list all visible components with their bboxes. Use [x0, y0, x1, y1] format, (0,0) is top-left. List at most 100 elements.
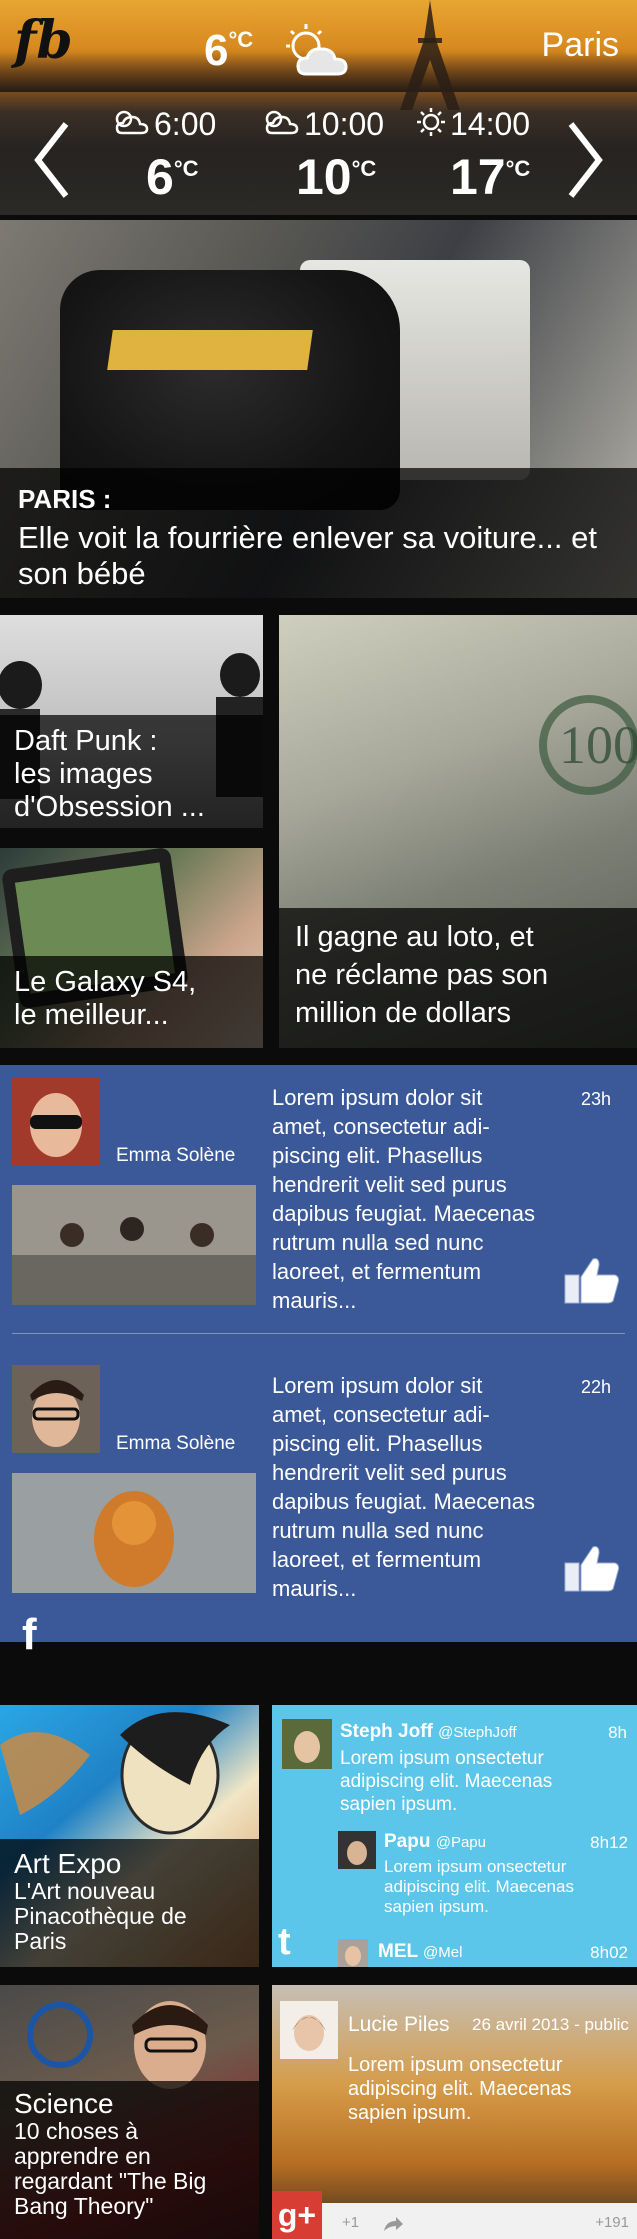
- tweet-text: Lorem ipsum onsectetur adipiscing elit. …: [340, 1748, 553, 1815]
- science-title: Science: [14, 2088, 114, 2119]
- gplus-text: Lorem ipsum onsectetur adipiscing elit. …: [348, 2054, 572, 2124]
- forecast-time-label: 14:00: [450, 106, 531, 142]
- gplus-action-bar: [272, 2203, 637, 2239]
- tweet-text: Lorem ipsum onsectetur adipiscing elit. …: [384, 1857, 574, 1916]
- forecast-slot: 14:00 17°C: [414, 106, 564, 206]
- current-temperature: 6°C: [204, 26, 253, 76]
- art-title: Art Expo: [14, 1848, 122, 1879]
- facebook-feed: Emma Solène Lorem ipsum dolor sit amet, …: [0, 1065, 637, 1657]
- tweet-author[interactable]: Steph Joff @StephJoff: [340, 1721, 517, 1743]
- forecast-time: 6:00: [108, 106, 216, 143]
- hero-kicker: PARIS :: [18, 484, 112, 514]
- current-temp-unit: °C: [228, 27, 254, 52]
- tweet-handle: @StephJoff: [438, 1724, 517, 1741]
- fb-post-text: Lorem ipsum dolor sit amet, consectetur …: [272, 1085, 535, 1313]
- forecast-temp-unit: °C: [505, 156, 531, 181]
- car-stripe: [107, 330, 313, 370]
- art-sub-2: Pinacothèque de: [14, 1903, 187, 1929]
- gplus-date: 26 avril 2013 - public: [472, 2015, 629, 2034]
- forecast-temp-value: 17: [450, 149, 506, 205]
- avatar[interactable]: [12, 1365, 100, 1453]
- fb-post-time: 22h: [580, 1377, 611, 1397]
- daft-line-1: Daft Punk :: [14, 725, 158, 757]
- fb-author-name[interactable]: Emma Solène: [116, 1433, 235, 1455]
- money-line-1: Il gagne au loto, et: [295, 921, 534, 953]
- art-sub-1: L'Art nouveau: [14, 1878, 156, 1904]
- post-photo[interactable]: [12, 1185, 256, 1305]
- chevron-right-icon[interactable]: [565, 120, 605, 200]
- thumbs-up-icon[interactable]: [563, 1543, 621, 1593]
- share-icon[interactable]: [382, 2215, 404, 2233]
- hero-headline[interactable]: Elle voit la fourrière enlever sa voitur…: [18, 520, 618, 592]
- fb-post-time: 23h: [580, 1089, 611, 1109]
- avatar[interactable]: [338, 1831, 376, 1869]
- facebook-post[interactable]: Emma Solène Lorem ipsum dolor sit amet, …: [0, 1353, 637, 1613]
- svg-text:100: 100: [559, 715, 637, 775]
- current-temp-value: 6: [204, 26, 229, 75]
- art-expo-tile[interactable]: Art Expo L'Art nouveau Pinacothèque de P…: [0, 1705, 259, 1967]
- money-line-3: million de dollars: [295, 997, 511, 1029]
- tweet-author[interactable]: MEL @Mel: [378, 1941, 462, 1963]
- forecast-temp-value: 10: [296, 149, 352, 205]
- science-sub-2: apprendre en: [14, 2143, 151, 2169]
- forecast-temp: 10°C: [296, 148, 376, 206]
- tweet-author-name: Steph Joff: [340, 1721, 433, 1742]
- forecast-temp: 17°C: [450, 148, 530, 206]
- galaxy-line-1: Le Galaxy S4,: [14, 966, 197, 998]
- galaxy-line-2: le meilleur...: [14, 999, 169, 1031]
- forecast-temp-value: 6: [146, 149, 174, 205]
- tweet-handle: @Papu: [435, 1834, 486, 1851]
- forecast-temp-unit: °C: [173, 156, 199, 181]
- forecast-temp-unit: °C: [351, 156, 377, 181]
- daft-line-3: d'Obsession ...: [14, 791, 205, 823]
- daft-line-2: les images: [14, 758, 153, 790]
- forecast-time: 10:00: [258, 106, 384, 143]
- tweet-time: 8h12: [590, 1833, 628, 1852]
- forecast-time-label: 6:00: [154, 106, 217, 142]
- forecast-time-label: 10:00: [304, 106, 385, 142]
- tweet[interactable]: Steph Joff @StephJoff 8h Lorem ipsum ons…: [282, 1719, 627, 1815]
- twitter-feed: Steph Joff @StephJoff 8h Lorem ipsum ons…: [272, 1705, 637, 1967]
- fb-author-name[interactable]: Emma Solène: [116, 1145, 235, 1167]
- tweet-author-name: MEL: [378, 1941, 418, 1962]
- facebook-logo-icon[interactable]: f: [22, 1613, 37, 1657]
- partly-cloudy-icon: [265, 110, 299, 135]
- app-logo[interactable]: fb: [14, 8, 73, 74]
- tweet-time: 8h02: [590, 1943, 628, 1962]
- fb-post-text: Lorem ipsum dolor sit amet, consectetur …: [272, 1373, 535, 1601]
- tweet[interactable]: MEL @Mel 8h02: [338, 1939, 628, 1967]
- forecast-slot: 10:00 10°C: [258, 106, 408, 206]
- galaxy-s4-tile[interactable]: Le Galaxy S4, le meilleur...: [0, 848, 263, 1048]
- post-photo[interactable]: [12, 1473, 256, 1593]
- partly-cloudy-icon: [115, 110, 149, 135]
- avatar[interactable]: [280, 2001, 338, 2059]
- twitter-logo-icon[interactable]: t: [278, 1921, 291, 1964]
- weather-header: fb 6°C Paris 6:00 6°C 10:00 10°C 14:00 1…: [0, 0, 637, 215]
- thumbs-up-icon[interactable]: [563, 1255, 621, 1305]
- gplus-author-name[interactable]: Lucie Piles: [348, 2013, 450, 2037]
- divider: [12, 1333, 625, 1334]
- science-sub-1: 10 choses à: [14, 2118, 139, 2144]
- eiffel-tower-image: [400, 0, 460, 110]
- avatar[interactable]: [338, 1939, 368, 1967]
- tweet-handle: @Mel: [423, 1944, 463, 1961]
- google-plus-post[interactable]: Lucie Piles 26 avril 2013 - public Lorem…: [272, 1985, 637, 2239]
- city-name[interactable]: Paris: [542, 26, 619, 65]
- tweet[interactable]: Papu @Papu 8h12 Lorem ipsum onsectetur a…: [338, 1831, 628, 1921]
- tweet-author[interactable]: Papu @Papu: [384, 1831, 486, 1853]
- google-plus-logo-icon[interactable]: g+: [272, 2191, 322, 2239]
- art-sub-3: Paris: [14, 1928, 67, 1954]
- avatar[interactable]: [282, 1719, 332, 1769]
- lottery-tile[interactable]: 100 Il gagne au loto, et ne réclame pas …: [279, 615, 637, 1048]
- tweet-time: 8h: [608, 1723, 627, 1742]
- forecast-temp: 6°C: [146, 148, 199, 206]
- daft-punk-tile[interactable]: Daft Punk : les images d'Obsession ...: [0, 615, 263, 828]
- facebook-post[interactable]: Emma Solène Lorem ipsum dolor sit amet, …: [0, 1065, 637, 1325]
- avatar[interactable]: [12, 1077, 100, 1165]
- science-tile[interactable]: Science 10 choses à apprendre en regarda…: [0, 1985, 259, 2239]
- hero-article[interactable]: PARIS : Elle voit la fourrière enlever s…: [0, 220, 637, 598]
- chevron-left-icon[interactable]: [32, 120, 72, 200]
- gplus-count: +191: [595, 2214, 629, 2231]
- forecast-time: 14:00: [414, 106, 530, 143]
- plus-one-button[interactable]: +1: [342, 2214, 359, 2231]
